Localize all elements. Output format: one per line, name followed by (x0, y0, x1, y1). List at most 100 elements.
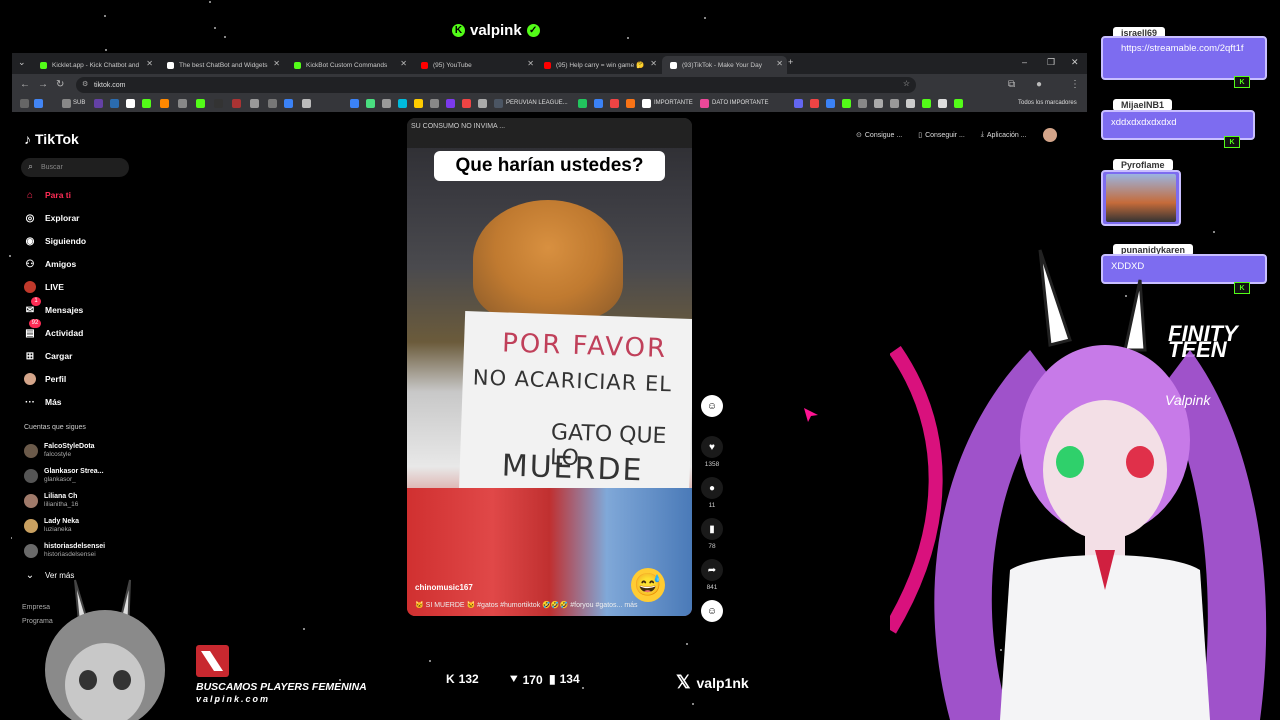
bookmark-icon[interactable] (214, 99, 223, 108)
bookmark-icon[interactable] (906, 99, 915, 108)
tiktok-logo[interactable]: ♪ TikTok (24, 131, 79, 147)
apps-icon[interactable] (20, 99, 29, 108)
bookmark-icon[interactable] (610, 99, 619, 108)
tab-youtube-video[interactable]: (95) Help carry = win game 🤔 ✕ (536, 56, 661, 74)
bookmark-icon[interactable] (366, 99, 375, 108)
bookmark-icon[interactable] (382, 99, 391, 108)
nav-amigos[interactable]: ⚇ Amigos (24, 257, 77, 271)
back-icon[interactable]: ← (20, 79, 30, 90)
url-input[interactable]: ⚙ tiktok.com ☆ (76, 77, 916, 93)
comment-button[interactable]: ● 11 (701, 477, 723, 509)
sound-button[interactable]: ☺ (701, 600, 723, 622)
desktop-app-button[interactable]: ⤓ Aplicación ... (975, 125, 1033, 145)
close-tab-icon[interactable]: ✕ (400, 59, 407, 68)
bookmark-icon[interactable] (398, 99, 407, 108)
tab-youtube[interactable]: (95) YouTube ✕ (413, 56, 538, 74)
new-tab-icon[interactable]: + (788, 57, 793, 67)
bookmark-icon[interactable] (922, 99, 931, 108)
tab-search-icon[interactable]: ⌄ (18, 57, 26, 68)
profile-avatar-button[interactable] (1037, 125, 1063, 145)
following-item[interactable]: historiasdelsensei historiasdelsensei (24, 542, 105, 559)
close-tab-icon[interactable]: ✕ (146, 59, 153, 68)
bookmark-star-icon[interactable]: ☆ (903, 79, 910, 88)
menu-dots-icon[interactable]: ⋮ (1070, 79, 1080, 90)
close-tab-icon[interactable]: ✕ (273, 59, 280, 68)
bookmark-icon[interactable] (874, 99, 883, 108)
following-item[interactable]: Glankasor Strea... glankasor_ (24, 467, 104, 484)
bookmark-icon[interactable] (178, 99, 187, 108)
bookmark-icon[interactable] (462, 99, 471, 108)
bookmark-icon[interactable] (160, 99, 169, 108)
bookmark-icon[interactable] (34, 99, 43, 108)
save-button[interactable]: ▮ 78 (701, 518, 723, 550)
bookmark-importante[interactable]: IMPORTANTE (654, 100, 693, 106)
get-coins-button[interactable]: ⊙ Consigue ... (850, 125, 908, 145)
bookmark-icon[interactable] (810, 99, 819, 108)
profile-icon[interactable]: ● (1036, 79, 1042, 90)
nav-explorar[interactable]: ◎ Explorar (24, 211, 80, 225)
reload-icon[interactable]: ↻ (56, 79, 64, 90)
bookmark-icon[interactable] (794, 99, 803, 108)
video-player[interactable]: SU CONSUMO NO INVIMA ... Que harían uste… (407, 118, 692, 616)
bookmark-icon[interactable] (142, 99, 151, 108)
nav-live[interactable]: LIVE (24, 280, 64, 294)
bookmark-icon[interactable] (110, 99, 119, 108)
bookmark-icon[interactable] (446, 99, 455, 108)
bookmark-icon[interactable] (578, 99, 587, 108)
creator-avatar-button[interactable]: ☺ (701, 395, 723, 417)
share-button[interactable]: ➦ 841 (701, 559, 723, 591)
bookmark-icon[interactable] (626, 99, 635, 108)
bookmark-icon[interactable] (826, 99, 835, 108)
extensions-icon[interactable]: ⧉ (1008, 79, 1015, 90)
following-item[interactable]: Lady Neka luzianeka (24, 517, 79, 534)
nav-para-ti[interactable]: ⌂ Para ti (24, 188, 71, 202)
bookmark-icon[interactable] (478, 99, 487, 108)
bookmark-icon[interactable] (842, 99, 851, 108)
video-description[interactable]: 🐱 SI MUERDE 🐱 #gatos #humortiktok 🤣🤣🤣 #f… (415, 601, 638, 609)
bookmark-icon[interactable] (938, 99, 947, 108)
following-item[interactable]: FalcoStyleDota falcostyle (24, 442, 95, 459)
maximize-icon[interactable]: ❐ (1047, 57, 1055, 68)
video-username[interactable]: chinomusic167 (415, 583, 473, 592)
bookmark-icon[interactable] (268, 99, 277, 108)
bookmark-icon[interactable] (62, 99, 71, 108)
nav-mas[interactable]: ··· Más (24, 395, 62, 409)
close-window-icon[interactable]: ✕ (1071, 57, 1079, 68)
bookmark-icon[interactable] (350, 99, 359, 108)
tab-chatbot[interactable]: The best ChatBot and Widgets ✕ (159, 56, 284, 74)
tab-tiktok[interactable]: (93)TikTok - Make Your Day ✕ (662, 56, 787, 74)
close-tab-icon[interactable]: ✕ (527, 59, 534, 68)
nav-cargar[interactable]: ⊞ Cargar (24, 349, 73, 363)
bookmark-icon[interactable] (954, 99, 963, 108)
bookmark-icon[interactable] (594, 99, 603, 108)
bookmark-icon[interactable] (494, 99, 503, 108)
bookmark-icon[interactable] (858, 99, 867, 108)
bookmark-dato-importante[interactable]: DATO IMPORTANTE (712, 100, 769, 106)
nav-actividad[interactable]: ▤ Actividad (24, 326, 83, 340)
minimize-icon[interactable]: – (1022, 57, 1027, 67)
bookmark-icon[interactable] (302, 99, 311, 108)
bookmark-icon[interactable] (642, 99, 651, 108)
bookmark-icon[interactable] (232, 99, 241, 108)
tab-kickbot[interactable]: KickBot Custom Commands ✕ (286, 56, 411, 74)
get-app-button[interactable]: ▯ Conseguir ... (912, 125, 971, 145)
nav-perfil[interactable]: Perfil (24, 372, 66, 386)
close-tab-icon[interactable]: ✕ (776, 59, 783, 68)
tab-kicklet[interactable]: Kicklet.app - Kick Chatbot and ✕ (32, 56, 157, 74)
bookmark-icon[interactable] (430, 99, 439, 108)
search-input[interactable]: ⌕ Buscar (21, 158, 129, 177)
bookmark-sub[interactable]: SUB (73, 100, 85, 106)
like-button[interactable]: ♥ 1358 (701, 436, 723, 468)
bookmark-icon[interactable] (196, 99, 205, 108)
bookmark-icon[interactable] (284, 99, 293, 108)
bookmark-icon[interactable] (126, 99, 135, 108)
close-tab-icon[interactable]: ✕ (650, 59, 657, 68)
bookmark-icon[interactable] (250, 99, 259, 108)
following-item[interactable]: Liliana Ch lilianitha_16 (24, 492, 78, 509)
bookmark-icon[interactable] (700, 99, 709, 108)
forward-icon[interactable]: → (38, 79, 48, 90)
bookmark-icon[interactable] (414, 99, 423, 108)
bookmark-icon[interactable] (890, 99, 899, 108)
bookmark-icon[interactable] (94, 99, 103, 108)
bookmark-peruvian-league[interactable]: PERUVIAN LEAGUE... (506, 100, 568, 106)
